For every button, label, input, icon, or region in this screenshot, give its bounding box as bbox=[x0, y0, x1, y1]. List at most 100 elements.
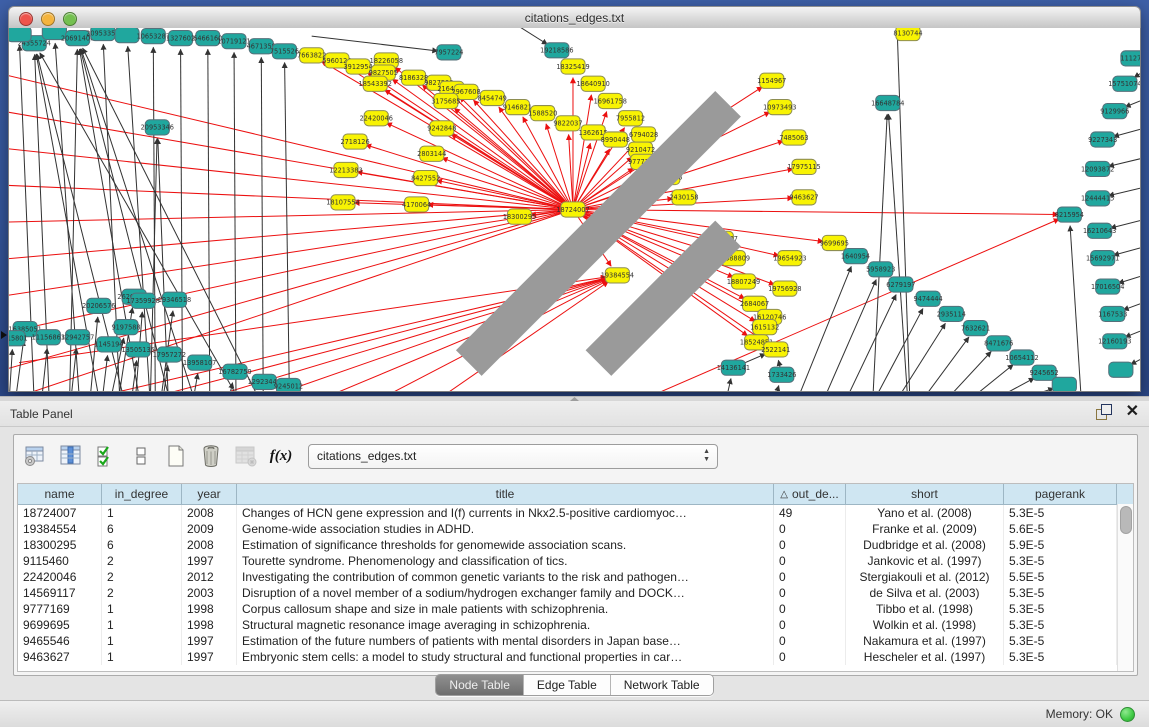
table-cell[interactable]: Investigating the contribution of common… bbox=[237, 569, 774, 585]
table-scrollbar[interactable] bbox=[1117, 504, 1133, 671]
table-cell[interactable]: 5.3E-5 bbox=[1004, 505, 1117, 521]
table-cell[interactable]: 1 bbox=[102, 505, 182, 521]
function-builder-icon[interactable]: f(x) bbox=[267, 442, 295, 470]
table-row[interactable]: 946362711997Embryonic stem cells: a mode… bbox=[18, 649, 1133, 665]
table-cell[interactable]: 2008 bbox=[182, 505, 237, 521]
collapsed-panel-arrow-icon[interactable] bbox=[1, 331, 7, 339]
table-row[interactable]: 969969511998Structural magnetic resonanc… bbox=[18, 617, 1133, 633]
table-cell[interactable]: 1 bbox=[102, 617, 182, 633]
table-cell[interactable]: Tibbo et al. (1998) bbox=[846, 601, 1004, 617]
table-cell[interactable]: 9699695 bbox=[18, 617, 102, 633]
table-cell[interactable]: 19384554 bbox=[18, 521, 102, 537]
table-cell[interactable]: 5.6E-5 bbox=[1004, 521, 1117, 537]
table-cell[interactable]: Corpus callosum shape and size in male p… bbox=[237, 601, 774, 617]
table-cell[interactable]: 0 bbox=[774, 649, 846, 665]
table-cell[interactable]: Franke et al. (2009) bbox=[846, 521, 1004, 537]
table-cell[interactable]: 2012 bbox=[182, 569, 237, 585]
table-cell[interactable]: Embryonic stem cells: a model to study s… bbox=[237, 649, 774, 665]
table-cell[interactable]: Dudbridge et al. (2008) bbox=[846, 537, 1004, 553]
float-panel-icon[interactable] bbox=[1096, 404, 1112, 420]
close-panel-icon[interactable]: ✕ bbox=[1126, 404, 1139, 420]
table-cell[interactable]: 22420046 bbox=[18, 569, 102, 585]
table-cell[interactable]: Estimation of significance thresholds fo… bbox=[237, 537, 774, 553]
table-cell[interactable]: 2 bbox=[102, 585, 182, 601]
table-cell[interactable]: de Silva et al. (2003) bbox=[846, 585, 1004, 601]
table-cell[interactable]: 0 bbox=[774, 617, 846, 633]
table-cell[interactable]: 2009 bbox=[182, 521, 237, 537]
table-cell[interactable]: Structural magnetic resonance image aver… bbox=[237, 617, 774, 633]
tab-network-table[interactable]: Network Table bbox=[611, 675, 713, 695]
table-mode-icon[interactable] bbox=[22, 442, 50, 470]
table-cell[interactable]: 2 bbox=[102, 569, 182, 585]
table-cell[interactable]: Stergiakouli et al. (2012) bbox=[846, 569, 1004, 585]
table-cell[interactable]: 5.9E-5 bbox=[1004, 537, 1117, 553]
table-cell[interactable]: 2008 bbox=[182, 537, 237, 553]
table-cell[interactable]: 5.3E-5 bbox=[1004, 649, 1117, 665]
column-header-title[interactable]: title bbox=[237, 484, 774, 504]
table-cell[interactable]: 9463627 bbox=[18, 649, 102, 665]
table-cell[interactable]: 49 bbox=[774, 505, 846, 521]
table-cell[interactable]: 5.3E-5 bbox=[1004, 553, 1117, 569]
table-cell[interactable]: Yano et al. (2008) bbox=[846, 505, 1004, 521]
table-cell[interactable]: 1997 bbox=[182, 633, 237, 649]
table-cell[interactable]: 9115460 bbox=[18, 553, 102, 569]
table-cell[interactable]: 5.3E-5 bbox=[1004, 601, 1117, 617]
table-cell[interactable]: 2003 bbox=[182, 585, 237, 601]
close-window-icon[interactable] bbox=[19, 12, 33, 26]
table-cell[interactable]: 1998 bbox=[182, 601, 237, 617]
show-column-icon[interactable] bbox=[57, 442, 85, 470]
table-row[interactable]: 911546021997Tourette syndrome. Phenomeno… bbox=[18, 553, 1133, 569]
table-cell[interactable]: 1 bbox=[102, 633, 182, 649]
table-cell[interactable]: Estimation of the future numbers of pati… bbox=[237, 633, 774, 649]
table-cell[interactable]: 18724007 bbox=[18, 505, 102, 521]
table-cell[interactable]: 0 bbox=[774, 521, 846, 537]
minimize-window-icon[interactable] bbox=[41, 12, 55, 26]
table-cell[interactable]: 14569117 bbox=[18, 585, 102, 601]
create-column-icon[interactable] bbox=[162, 442, 190, 470]
table-cell[interactable]: 1997 bbox=[182, 553, 237, 569]
table-cell[interactable]: 1997 bbox=[182, 649, 237, 665]
table-row[interactable]: 2242004622012Investigating the contribut… bbox=[18, 569, 1133, 585]
network-canvas[interactable]: 1872400776638225960124391295418226058982… bbox=[8, 28, 1141, 392]
table-cell[interactable]: 5.3E-5 bbox=[1004, 585, 1117, 601]
table-cell[interactable]: 5.5E-5 bbox=[1004, 569, 1117, 585]
table-selector-dropdown[interactable]: citations_edges.txt ▲▼ bbox=[308, 444, 718, 469]
table-cell[interactable]: 5.3E-5 bbox=[1004, 617, 1117, 633]
table-cell[interactable]: 18300295 bbox=[18, 537, 102, 553]
table-cell[interactable]: 0 bbox=[774, 569, 846, 585]
clear-selection-icon[interactable] bbox=[127, 442, 155, 470]
table-row[interactable]: 1872400712008Changes of HCN gene express… bbox=[18, 505, 1133, 521]
table-row[interactable]: 1456911722003Disruption of a novel membe… bbox=[18, 585, 1133, 601]
table-cell[interactable]: 1998 bbox=[182, 617, 237, 633]
table-cell[interactable]: Genome-wide association studies in ADHD. bbox=[237, 521, 774, 537]
table-cell[interactable]: 0 bbox=[774, 585, 846, 601]
network-window-titlebar[interactable]: citations_edges.txt bbox=[8, 6, 1141, 30]
delete-column-icon[interactable] bbox=[197, 442, 225, 470]
tab-edge-table[interactable]: Edge Table bbox=[524, 675, 611, 695]
table-cell[interactable]: Disruption of a novel member of a sodium… bbox=[237, 585, 774, 601]
table-cell[interactable]: 0 bbox=[774, 537, 846, 553]
table-scrollbar-thumb[interactable] bbox=[1120, 506, 1132, 534]
table-cell[interactable]: Hescheler et al. (1997) bbox=[846, 649, 1004, 665]
table-row[interactable]: 946554611997Estimation of the future num… bbox=[18, 633, 1133, 649]
zoom-window-icon[interactable] bbox=[63, 12, 77, 26]
table-cell[interactable]: 9465546 bbox=[18, 633, 102, 649]
table-cell[interactable]: 9777169 bbox=[18, 601, 102, 617]
table-cell[interactable]: 0 bbox=[774, 553, 846, 569]
table-cell[interactable]: 0 bbox=[774, 601, 846, 617]
tab-node-table[interactable]: Node Table bbox=[436, 675, 524, 695]
table-cell[interactable]: 5.3E-5 bbox=[1004, 633, 1117, 649]
select-columns-icon[interactable] bbox=[92, 442, 120, 470]
table-cell[interactable]: Nakamura et al. (1997) bbox=[846, 633, 1004, 649]
table-cell[interactable]: 1 bbox=[102, 601, 182, 617]
table-cell[interactable]: 6 bbox=[102, 521, 182, 537]
table-row[interactable]: 977716911998Corpus callosum shape and si… bbox=[18, 601, 1133, 617]
network-view-window[interactable]: citations_edges.txt 18724007766382259601… bbox=[8, 6, 1141, 392]
table-cell[interactable]: 2 bbox=[102, 553, 182, 569]
column-header-in_degree[interactable]: in_degree bbox=[102, 484, 182, 504]
column-header-short[interactable]: short bbox=[846, 484, 1004, 504]
column-header-out_de[interactable]: △out_de... bbox=[774, 484, 846, 504]
table-cell[interactable]: Jankovic et al. (1997) bbox=[846, 553, 1004, 569]
table-cell[interactable]: 1 bbox=[102, 649, 182, 665]
table-cell[interactable]: Changes of HCN gene expression and I(f) … bbox=[237, 505, 774, 521]
